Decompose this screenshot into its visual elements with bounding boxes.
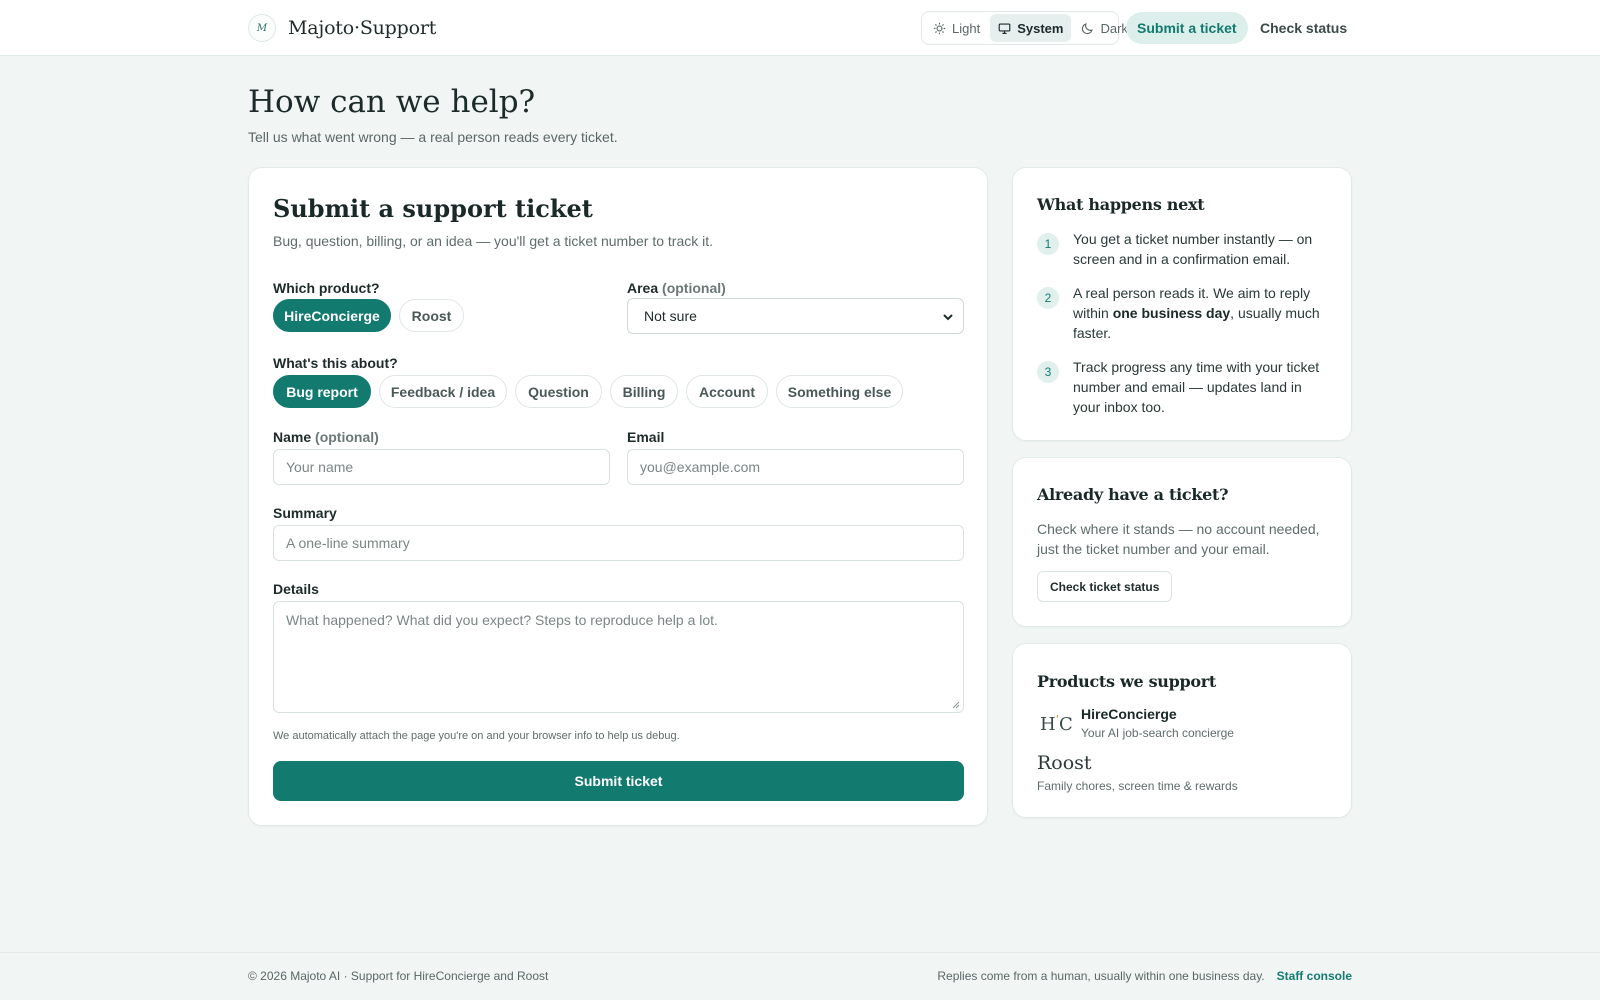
- about-label-text: What's this about?: [273, 355, 398, 371]
- resize-grip-icon[interactable]: [952, 701, 960, 709]
- chevron-down-icon: [943, 314, 953, 321]
- email-label-text: Email: [627, 429, 665, 445]
- footer-copyright: © 2026 Majoto AI · Support for HireConci…: [248, 969, 549, 983]
- theme-option-label: Light: [952, 20, 981, 36]
- moon-icon: [1082, 22, 1094, 34]
- what-happens-next-card: What happens next 1 You get a ticket num…: [1012, 167, 1352, 441]
- brand-name: Majoto·Support: [288, 17, 437, 39]
- product-name: HireConcierge: [1081, 706, 1177, 722]
- product-pill-roost[interactable]: Roost: [399, 299, 464, 332]
- next-title: What happens next: [1037, 195, 1205, 214]
- about-label: What's this about?: [273, 355, 398, 371]
- email-label: Email: [627, 429, 664, 445]
- form-subtitle: Bug, question, billing, or an idea — you…: [273, 233, 714, 249]
- category-pill-billing[interactable]: Billing: [610, 375, 678, 408]
- ticket-form-card: Submit a support ticket Bug, question, b…: [248, 167, 988, 826]
- summary-label: Summary: [273, 505, 337, 521]
- theme-option-label: Dark: [1100, 20, 1128, 36]
- step-number: 3: [1037, 361, 1059, 383]
- step-number: 1: [1037, 233, 1059, 255]
- details-textarea[interactable]: What happened? What did you expect? Step…: [273, 601, 964, 713]
- roost-logo: Roost: [1037, 752, 1092, 774]
- step-text-emphasis: one business day: [1112, 305, 1231, 321]
- step-item: 2 A real person reads it. We aim to repl…: [1037, 283, 1329, 343]
- top-nav-bar: M Majoto·Support Light System Dark Submi…: [0, 0, 1600, 56]
- product-pill-hireconcierge[interactable]: HireConcierge: [273, 299, 391, 332]
- product-label-text: Which product?: [273, 280, 380, 296]
- product-description: Family chores, screen time & rewards: [1037, 779, 1238, 793]
- monitor-icon: [998, 22, 1011, 34]
- details-placeholder: What happened? What did you expect? Step…: [286, 612, 718, 628]
- step-text: Track progress any time with your ticket…: [1073, 357, 1329, 417]
- optional-tag: (optional): [662, 280, 726, 296]
- category-pill-bug-report[interactable]: Bug report: [273, 375, 371, 408]
- nav-submit-ticket[interactable]: Submit a ticket: [1126, 12, 1248, 44]
- category-pill-something-else[interactable]: Something else: [776, 375, 903, 408]
- area-label: Area (optional): [627, 280, 726, 296]
- step-text: A real person reads it. We aim to reply …: [1073, 283, 1329, 343]
- footer-reply-note: Replies come from a human, usually withi…: [937, 969, 1265, 983]
- area-label-text: Area: [627, 280, 659, 296]
- name-input[interactable]: Your name: [273, 449, 610, 485]
- hireconcierge-logo: HʹC: [1040, 714, 1073, 735]
- sun-icon: [933, 22, 946, 34]
- theme-option-light[interactable]: Light: [925, 14, 988, 42]
- step-text-part: You get a ticket number instantly — on s…: [1073, 231, 1313, 267]
- theme-switcher: Light System Dark: [921, 11, 1128, 45]
- name-label-text: Name: [273, 429, 312, 445]
- page-title: How can we help?: [248, 84, 536, 120]
- summary-input[interactable]: A one-line summary: [273, 525, 964, 561]
- check-ticket-status-button[interactable]: Check ticket status: [1037, 571, 1173, 602]
- theme-option-system[interactable]: System: [990, 14, 1072, 42]
- step-text-part: Track progress any time with your ticket…: [1073, 359, 1320, 415]
- footer-right: Replies come from a human, usually withi…: [937, 969, 1352, 983]
- products-card: Products we support HʹC HireConcierge Yo…: [1012, 643, 1352, 818]
- page-subtitle: Tell us what went wrong — a real person …: [248, 129, 618, 145]
- existing-body: Check where it stands — no account neede…: [1037, 521, 1320, 557]
- category-pill-feedback[interactable]: Feedback / idea: [379, 375, 507, 408]
- category-pill-question[interactable]: Question: [515, 375, 602, 408]
- area-select-value: Not sure: [644, 308, 697, 324]
- step-text: You get a ticket number instantly — on s…: [1073, 229, 1329, 269]
- submit-ticket-button[interactable]: Submit ticket: [273, 761, 964, 801]
- details-label: Details: [273, 581, 319, 597]
- email-input[interactable]: you@example.com: [627, 449, 964, 485]
- existing-title: Already have a ticket?: [1037, 485, 1229, 504]
- debug-info-hint: We automatically attach the page you're …: [273, 730, 680, 742]
- product-label: Which product?: [273, 280, 380, 296]
- nav-check-status[interactable]: Check status: [1260, 12, 1347, 44]
- optional-tag: (optional): [315, 429, 379, 445]
- footer: © 2026 Majoto AI · Support for HireConci…: [0, 952, 1600, 1000]
- products-title: Products we support: [1037, 672, 1216, 691]
- step-item: 3 Track progress any time with your tick…: [1037, 357, 1329, 417]
- category-pill-account[interactable]: Account: [686, 375, 768, 408]
- name-label: Name (optional): [273, 429, 379, 445]
- theme-option-label: System: [1017, 20, 1064, 36]
- brand[interactable]: M Majoto·Support: [248, 14, 436, 42]
- brand-logo-icon: M: [248, 14, 276, 42]
- existing-ticket-card: Already have a ticket? Check where it st…: [1012, 457, 1352, 627]
- area-select[interactable]: Not sure: [627, 298, 964, 334]
- staff-console-link[interactable]: Staff console: [1277, 969, 1352, 983]
- step-number: 2: [1037, 287, 1059, 309]
- step-item: 1 You get a ticket number instantly — on…: [1037, 229, 1329, 269]
- form-title: Submit a support ticket: [273, 194, 593, 223]
- product-description: Your AI job-search concierge: [1081, 726, 1234, 740]
